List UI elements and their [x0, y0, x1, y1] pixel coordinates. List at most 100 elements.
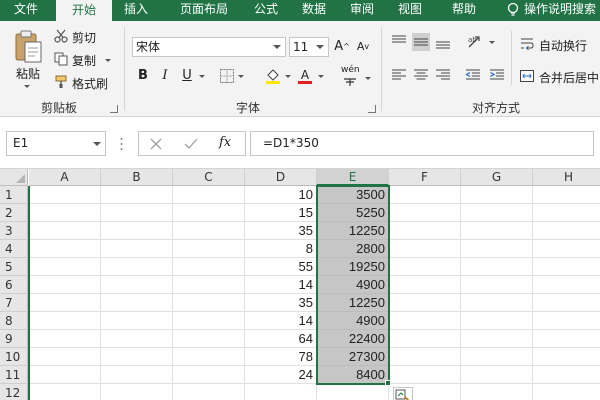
cell-a4[interactable] — [29, 240, 101, 258]
cell-c3[interactable] — [173, 222, 245, 240]
cell-e10[interactable]: 27300 — [317, 348, 389, 366]
cell-c11[interactable] — [173, 366, 245, 384]
borders-icon[interactable] — [219, 68, 235, 84]
align-middle-icon[interactable] — [412, 33, 430, 51]
column-header-g[interactable]: G — [461, 169, 533, 186]
column-header-b[interactable]: B — [101, 169, 173, 186]
cell-g12[interactable] — [461, 384, 533, 400]
cell-b12[interactable] — [101, 384, 173, 400]
cell-c12[interactable] — [173, 384, 245, 400]
cell-a11[interactable] — [29, 366, 101, 384]
cell-c1[interactable] — [173, 186, 245, 204]
cell-e4[interactable]: 2800 — [317, 240, 389, 258]
cell-g5[interactable] — [461, 258, 533, 276]
decrease-indent-icon[interactable] — [464, 66, 482, 84]
cell-c10[interactable] — [173, 348, 245, 366]
column-header-c[interactable]: C — [173, 169, 245, 186]
merge-center-button[interactable]: 合并后居中 — [539, 69, 599, 86]
row-header[interactable]: 3 — [0, 222, 28, 240]
column-header-a[interactable]: A — [29, 169, 101, 186]
cell-g2[interactable] — [461, 204, 533, 222]
cell-b11[interactable] — [101, 366, 173, 384]
cell-f3[interactable] — [389, 222, 461, 240]
row-header[interactable]: 1 — [0, 186, 28, 204]
cell-g8[interactable] — [461, 312, 533, 330]
cell-d1[interactable]: 10 — [245, 186, 317, 204]
cell-a10[interactable] — [29, 348, 101, 366]
cell-g1[interactable] — [461, 186, 533, 204]
cell-b10[interactable] — [101, 348, 173, 366]
tab-insert[interactable]: 插入 — [116, 0, 156, 21]
cell-d4[interactable]: 8 — [245, 240, 317, 258]
font-size-select[interactable]: 11 — [289, 37, 329, 57]
cell-f6[interactable] — [389, 276, 461, 294]
cell-f4[interactable] — [389, 240, 461, 258]
tab-data[interactable]: 数据 — [294, 0, 334, 21]
cell-d7[interactable]: 35 — [245, 294, 317, 312]
cell-e5[interactable]: 19250 — [317, 258, 389, 276]
cell-h6[interactable] — [533, 276, 600, 294]
tab-view[interactable]: 视图 — [390, 0, 430, 21]
cell-e2[interactable]: 5250 — [317, 204, 389, 222]
cancel-icon[interactable] — [149, 137, 163, 151]
font-dialog-launcher[interactable] — [368, 105, 376, 113]
cell-h10[interactable] — [533, 348, 600, 366]
cell-f5[interactable] — [389, 258, 461, 276]
cell-f7[interactable] — [389, 294, 461, 312]
cell-e6[interactable]: 4900 — [317, 276, 389, 294]
cell-c8[interactable] — [173, 312, 245, 330]
fill-color-icon[interactable] — [264, 67, 282, 85]
cell-b4[interactable] — [101, 240, 173, 258]
cell-h7[interactable] — [533, 294, 600, 312]
cell-g6[interactable] — [461, 276, 533, 294]
cell-h12[interactable] — [533, 384, 600, 400]
cell-f11[interactable] — [389, 366, 461, 384]
cell-b2[interactable] — [101, 204, 173, 222]
align-left-icon[interactable] — [390, 66, 408, 84]
font-name-select[interactable]: 宋体 — [132, 37, 286, 57]
quick-analysis-icon[interactable] — [393, 387, 413, 400]
cell-d6[interactable]: 14 — [245, 276, 317, 294]
cell-f10[interactable] — [389, 348, 461, 366]
splitter-handle-icon[interactable] — [120, 137, 123, 151]
cell-h4[interactable] — [533, 240, 600, 258]
cell-c4[interactable] — [173, 240, 245, 258]
insert-function-button[interactable]: fx — [219, 135, 231, 150]
increase-indent-icon[interactable] — [488, 66, 506, 84]
bold-button[interactable]: B — [134, 67, 152, 85]
cell-g3[interactable] — [461, 222, 533, 240]
cell-e3[interactable]: 12250 — [317, 222, 389, 240]
cell-e12[interactable] — [317, 384, 389, 400]
cell-e8[interactable]: 4900 — [317, 312, 389, 330]
row-header[interactable]: 4 — [0, 240, 28, 258]
underline-button[interactable]: U — [178, 67, 196, 85]
cell-h1[interactable] — [533, 186, 600, 204]
cell-h5[interactable] — [533, 258, 600, 276]
format-painter-button[interactable]: 格式刷 — [72, 75, 108, 92]
tab-formulas[interactable]: 公式 — [246, 0, 286, 21]
cell-a1[interactable] — [29, 186, 101, 204]
cell-e11[interactable]: 8400 — [317, 366, 389, 384]
cell-g4[interactable] — [461, 240, 533, 258]
cell-a12[interactable] — [29, 384, 101, 400]
cell-b8[interactable] — [101, 312, 173, 330]
cell-c2[interactable] — [173, 204, 245, 222]
cell-e1[interactable]: 3500 — [317, 186, 389, 204]
cell-a6[interactable] — [29, 276, 101, 294]
row-header[interactable]: 6 — [0, 276, 28, 294]
cell-d2[interactable]: 15 — [245, 204, 317, 222]
tab-review[interactable]: 审阅 — [342, 0, 382, 21]
cell-c7[interactable] — [173, 294, 245, 312]
underline-dropdown-arrow[interactable] — [199, 75, 205, 78]
cell-a2[interactable] — [29, 204, 101, 222]
cell-b7[interactable] — [101, 294, 173, 312]
tab-help[interactable]: 帮助 — [444, 0, 484, 21]
cell-d10[interactable]: 78 — [245, 348, 317, 366]
cell-d12[interactable] — [245, 384, 317, 400]
fill-handle[interactable] — [385, 380, 391, 386]
row-header[interactable]: 7 — [0, 294, 28, 312]
row-header[interactable]: 8 — [0, 312, 28, 330]
align-bottom-icon[interactable] — [434, 33, 452, 51]
cell-f8[interactable] — [389, 312, 461, 330]
cell-f2[interactable] — [389, 204, 461, 222]
